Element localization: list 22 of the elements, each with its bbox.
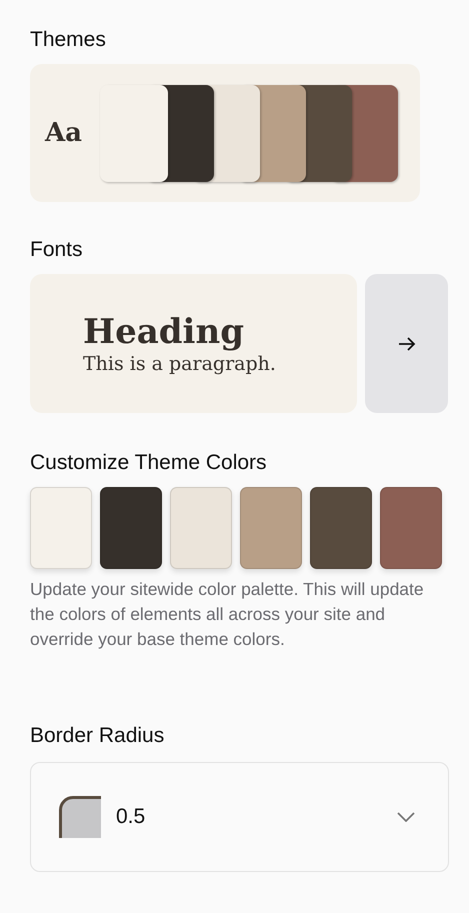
chevron-down-icon <box>397 812 415 822</box>
select-value: 0.5 <box>116 805 146 829</box>
color-swatch[interactable] <box>380 487 442 569</box>
next-button[interactable] <box>365 274 448 413</box>
paragraph-sample: This is a paragraph. <box>83 352 277 376</box>
color-swatch[interactable] <box>30 487 92 569</box>
corner-radius-icon <box>59 796 101 838</box>
font-sample: Aa <box>45 118 84 148</box>
font-preview-card[interactable]: Heading This is a paragraph. <box>30 274 357 413</box>
color-swatch[interactable] <box>170 487 232 569</box>
theme-card[interactable]: Aa <box>30 64 420 202</box>
border-radius-select[interactable]: 0.5 <box>30 762 449 872</box>
color-swatch[interactable] <box>240 487 302 569</box>
color-swatch[interactable] <box>100 487 162 569</box>
section-title: Customize Theme Colors <box>30 450 268 476</box>
section-title: Border Radius <box>30 723 166 749</box>
arrow-right-icon <box>396 334 416 352</box>
section-title: Fonts <box>30 237 84 263</box>
description-text: Update your sitewide color palette. This will update the colors of elements all across your site and override your base theme colors. <box>30 578 425 651</box>
color-swatch[interactable] <box>310 487 372 569</box>
section-title: Themes <box>30 27 107 53</box>
heading-sample: Heading <box>83 312 245 352</box>
